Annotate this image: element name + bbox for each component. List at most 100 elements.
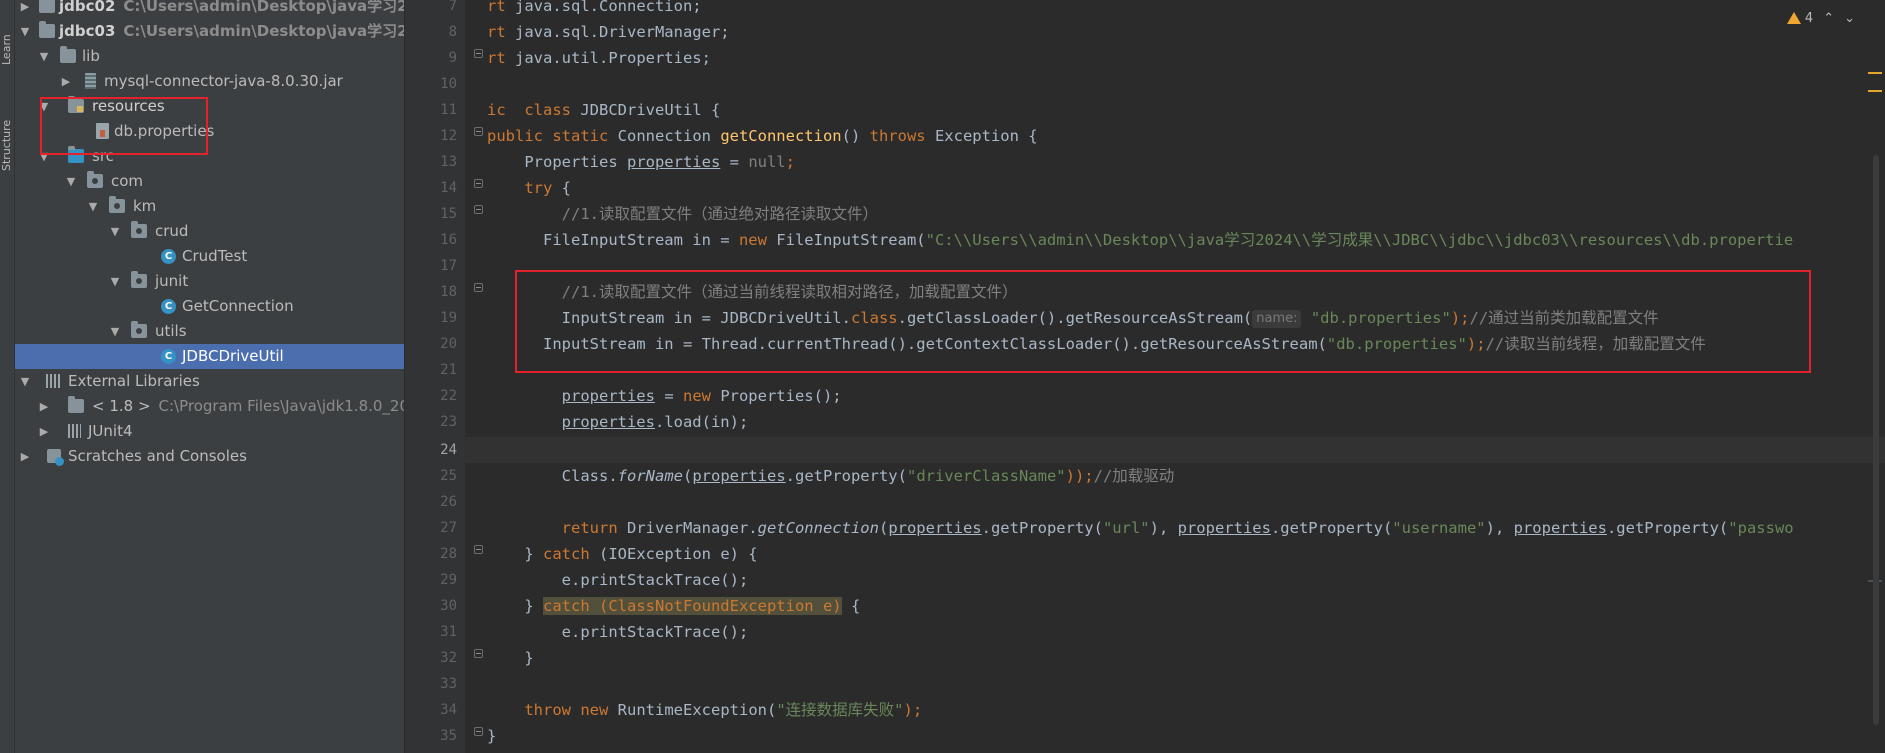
chevron-down-icon[interactable]: ▼ xyxy=(37,44,51,69)
code-line-19: InputStream in = JDBCDriveUtil.class.get… xyxy=(487,305,1659,331)
token: try xyxy=(524,179,553,197)
tree-item-label: lib xyxy=(82,47,100,65)
code-line-31: e.printStackTrace(); xyxy=(487,619,749,645)
chevron-down-icon[interactable]: ▼ xyxy=(108,319,122,344)
tree-item-mysql-connector-jar[interactable]: ▶ mysql-connector-java-8.0.30.jar xyxy=(15,69,404,94)
line-number: 32 xyxy=(440,650,457,666)
tree-item-jdk[interactable]: ▶ < 1.8 > C:\Program Files\Java\jdk1.8.0_… xyxy=(15,394,404,419)
token: .getProperty( xyxy=(785,467,907,485)
chevron-right-icon[interactable]: ▶ xyxy=(18,0,32,19)
code-line-15: //1.读取配置文件（通过绝对路径读取文件） xyxy=(487,201,878,227)
tree-item-crud[interactable]: ▼ crud xyxy=(15,219,404,244)
tree-item-junit4[interactable]: ▶ JUnit4 xyxy=(15,419,404,444)
chevron-right-icon[interactable]: ▶ xyxy=(59,69,73,94)
fold-marker-icon[interactable] xyxy=(474,727,483,736)
chevron-right-icon[interactable]: ▶ xyxy=(37,419,51,444)
token: "db.properties" xyxy=(1326,335,1467,353)
tree-item-utils[interactable]: ▼ utils xyxy=(15,319,404,344)
token: throw xyxy=(524,701,571,719)
tree-item-external-libraries[interactable]: ▼ External Libraries xyxy=(15,369,404,394)
chevron-down-icon[interactable]: ▼ xyxy=(37,144,51,169)
tree-item-src[interactable]: ▼ src xyxy=(15,144,404,169)
token: ); xyxy=(903,701,923,719)
token: RuntimeException( xyxy=(608,701,777,719)
warning-stripe-mark[interactable] xyxy=(1868,90,1882,92)
token: ic class xyxy=(487,101,571,119)
warning-stripe-mark[interactable] xyxy=(1868,72,1882,74)
vertical-scrollbar[interactable] xyxy=(1873,155,1879,725)
chevron-down-icon[interactable]: ▼ xyxy=(37,94,51,119)
fold-gutter xyxy=(465,0,485,753)
tree-item-db-properties[interactable]: db.properties xyxy=(15,119,404,144)
fold-marker-icon[interactable] xyxy=(474,179,483,188)
code-line-13: Properties properties = null; xyxy=(487,149,795,175)
token: "passwo xyxy=(1728,519,1794,537)
token: () xyxy=(841,127,870,145)
tree-item-com[interactable]: ▼ com xyxy=(15,169,404,194)
chevron-right-icon[interactable]: ▶ xyxy=(18,444,32,469)
line-number: 11 xyxy=(440,102,457,118)
previous-highlight-button[interactable]: ⌃ xyxy=(1823,11,1834,26)
tree-item-getconnection[interactable]: C GetConnection xyxy=(15,294,404,319)
fold-marker-icon[interactable] xyxy=(474,649,483,658)
line-number: 30 xyxy=(440,598,457,614)
folder-icon xyxy=(60,46,76,63)
fold-marker-icon[interactable] xyxy=(474,545,483,554)
package-icon xyxy=(131,221,147,238)
token: Connection xyxy=(608,127,721,145)
line-number: 19 xyxy=(440,310,457,326)
chevron-down-icon[interactable]: ▼ xyxy=(18,19,32,44)
chevron-down-icon[interactable]: ▼ xyxy=(64,169,78,194)
chevron-right-icon[interactable]: ▶ xyxy=(37,394,51,419)
token: = xyxy=(720,153,749,171)
tree-item-jdbc02[interactable]: ▶ jdbc02 C:\Users\admin\Desktop\java学习202… xyxy=(15,0,404,19)
line-number: 8 xyxy=(448,24,457,40)
module-path: C:\Users\admin\Desktop\java学习2024 xyxy=(123,22,404,40)
line-number: 25 xyxy=(440,468,457,484)
chevron-down-icon[interactable]: ▼ xyxy=(108,269,122,294)
chevron-down-icon[interactable]: ▼ xyxy=(18,369,32,394)
tree-item-resources[interactable]: ▼ resources xyxy=(15,94,404,119)
tree-item-scratches[interactable]: ▶ Scratches and Consoles xyxy=(15,444,404,469)
scratches-icon xyxy=(47,449,64,466)
token: .getProperty( xyxy=(981,519,1103,537)
learn-tool-tab[interactable]: Learn xyxy=(0,30,14,70)
fold-marker-icon[interactable] xyxy=(474,205,483,214)
token: //加载驱动 xyxy=(1093,467,1175,485)
code-line-8: rt java.sql.DriverManager; xyxy=(487,19,730,45)
tree-item-jdbc03[interactable]: ▼ jdbc03 C:\Users\admin\Desktop\java学习202… xyxy=(15,19,404,44)
code-line-11: ic class JDBCDriveUtil { xyxy=(487,97,720,123)
fold-marker-icon[interactable] xyxy=(474,127,483,136)
inspection-widget[interactable]: 4 ⌃ ⌄ xyxy=(1786,8,1855,28)
module-name: jdbc03 xyxy=(59,22,116,40)
code-line-27: return DriverManager.getConnection(prope… xyxy=(487,515,1794,541)
tree-item-km[interactable]: ▼ km xyxy=(15,194,404,219)
warning-count: 4 xyxy=(1804,10,1814,26)
token: "db.properties" xyxy=(1310,309,1451,327)
token: "username" xyxy=(1392,519,1486,537)
next-highlight-button[interactable]: ⌄ xyxy=(1844,11,1855,26)
tree-item-junit-package[interactable]: ▼ junit xyxy=(15,269,404,294)
token: JDBCDriveUtil { xyxy=(571,101,721,119)
tree-item-jdbcdriveutil[interactable]: C JDBCDriveUtil xyxy=(15,344,404,369)
token: )); xyxy=(1065,467,1094,485)
fold-marker-icon[interactable] xyxy=(474,49,483,58)
token: //1.读取配置文件（通过绝对路径读取文件） xyxy=(487,205,878,223)
token: ), xyxy=(1149,519,1178,537)
token: class xyxy=(850,309,898,327)
tree-item-crudtest[interactable]: C CrudTest xyxy=(15,244,404,269)
tree-item-lib[interactable]: ▼ lib xyxy=(15,44,404,69)
tree-item-label: External Libraries xyxy=(68,372,200,390)
warning-group[interactable]: 4 xyxy=(1786,10,1814,26)
code-editor[interactable]: 7 8 9 10 11 12 13 14 15 16 17 18 19 20 2… xyxy=(405,0,1885,753)
line-number: 22 xyxy=(440,388,457,404)
library-icon xyxy=(68,424,81,438)
fold-marker-icon[interactable] xyxy=(474,283,483,292)
token: Exception { xyxy=(925,127,1038,145)
chevron-down-icon[interactable]: ▼ xyxy=(108,219,122,244)
structure-tool-tab[interactable]: Structure xyxy=(0,110,14,180)
tree-item-label: CrudTest xyxy=(182,247,248,265)
parameter-hint: name: xyxy=(1252,310,1302,328)
chevron-down-icon[interactable]: ▼ xyxy=(86,194,100,219)
